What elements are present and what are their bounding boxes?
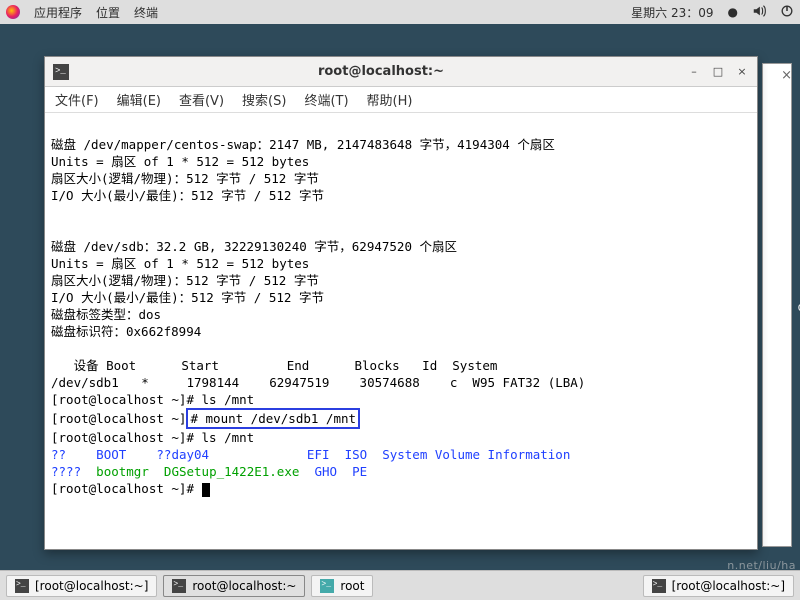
ls-entry: bootmgr [96,464,149,479]
ls-entry: ??day04 [156,447,209,462]
menu-help[interactable]: 帮助(H) [367,90,413,109]
taskbar-label: [root@localhost:~] [35,579,148,593]
terminal-icon [652,579,666,593]
out-header: 设备 Boot Start End Blocks Id System [51,358,497,373]
menu-edit[interactable]: 编辑(E) [117,90,161,109]
prompt-line: [root@localhost ~] [51,411,186,426]
taskbar-item[interactable]: [root@localhost:~] [6,575,157,597]
folder-icon [320,579,334,593]
ls-entry: System Volume Information [382,447,570,462]
ls-entry: PE [352,464,367,479]
terminal-icon [172,579,186,593]
terminal-window: root@localhost:~ – □ × 文件(F) 编辑(E) 查看(V)… [44,56,758,550]
ls-entry: ?? [51,447,66,462]
out-line: 扇区大小(逻辑/物理)：512 字节 / 512 字节 [51,273,319,288]
taskbar-item-active[interactable]: root@localhost:~ [163,575,305,597]
top-panel: 应用程序 位置 终端 星期六 23：09 ● [0,0,800,24]
menu-file[interactable]: 文件(F) [55,90,99,109]
highlighted-command: # mount /dev/sdb1 /mnt [186,408,360,429]
out-line: I/O 大小(最小/最佳)：512 字节 / 512 字节 [51,290,324,305]
taskbar-label: root@localhost:~ [192,579,296,593]
taskbar-item[interactable]: [root@localhost:~] [643,575,794,597]
menu-applications[interactable]: 应用程序 [34,4,82,21]
prompt-line: [root@localhost ~]# ls /mnt [51,392,254,407]
volume-icon[interactable] [752,4,766,21]
terminal-icon [15,579,29,593]
out-line: 磁盘 /dev/mapper/centos-swap：2147 MB, 2147… [51,137,555,152]
out-line: Units = 扇区 of 1 * 512 = 512 bytes [51,256,309,271]
taskbar: [root@localhost:~] root@localhost:~ root… [0,570,800,600]
background-window [762,63,792,547]
out-line: I/O 大小(最小/最佳)：512 字节 / 512 字节 [51,188,324,203]
clock[interactable]: 星期六 23：09 [631,4,713,21]
menu-terminal-dropdown[interactable]: 终端(T) [304,90,348,109]
menu-places[interactable]: 位置 [96,4,120,21]
ls-entry: ???? [51,464,81,479]
out-line: 磁盘标识符：0x662f8994 [51,324,201,339]
minimize-button[interactable]: – [687,65,701,79]
background-window-close-icon[interactable]: × [781,68,792,83]
menu-search[interactable]: 搜索(S) [242,90,286,109]
titlebar[interactable]: root@localhost:~ – □ × [45,57,757,87]
ls-entry: BOOT [96,447,126,462]
menu-view[interactable]: 查看(V) [179,90,224,109]
taskbar-label: root [340,579,364,593]
window-title: root@localhost:~ [75,64,687,79]
cursor [202,483,210,497]
close-button[interactable]: × [735,65,749,79]
out-line: 磁盘 /dev/sdb：32.2 GB, 32229130240 字节，6294… [51,239,457,254]
ls-entry: ISO [345,447,368,462]
taskbar-item[interactable]: root [311,575,373,597]
distro-logo-icon [6,5,20,19]
terminal-output[interactable]: 磁盘 /dev/mapper/centos-swap：2147 MB, 2147… [45,113,757,549]
maximize-button[interactable]: □ [711,65,725,79]
power-icon[interactable] [780,4,794,21]
status-dot-icon: ● [728,5,738,19]
ls-entry: GHO [314,464,337,479]
out-row: /dev/sdb1 * 1798144 62947519 30574688 c … [51,375,585,390]
menu-terminal[interactable]: 终端 [134,4,158,21]
prompt-current: [root@localhost ~]# [51,481,202,496]
out-line: Units = 扇区 of 1 * 512 = 512 bytes [51,154,309,169]
prompt-line: [root@localhost ~]# ls /mnt [51,430,254,445]
taskbar-label: [root@localhost:~] [672,579,785,593]
menubar: 文件(F) 编辑(E) 查看(V) 搜索(S) 终端(T) 帮助(H) [45,87,757,113]
ls-entry: DGSetup_1422E1.exe [164,464,299,479]
ls-entry: EFI [307,447,330,462]
out-line: 扇区大小(逻辑/物理)：512 字节 / 512 字节 [51,171,319,186]
terminal-icon [53,64,69,80]
out-line: 磁盘标签类型：dos [51,307,161,322]
